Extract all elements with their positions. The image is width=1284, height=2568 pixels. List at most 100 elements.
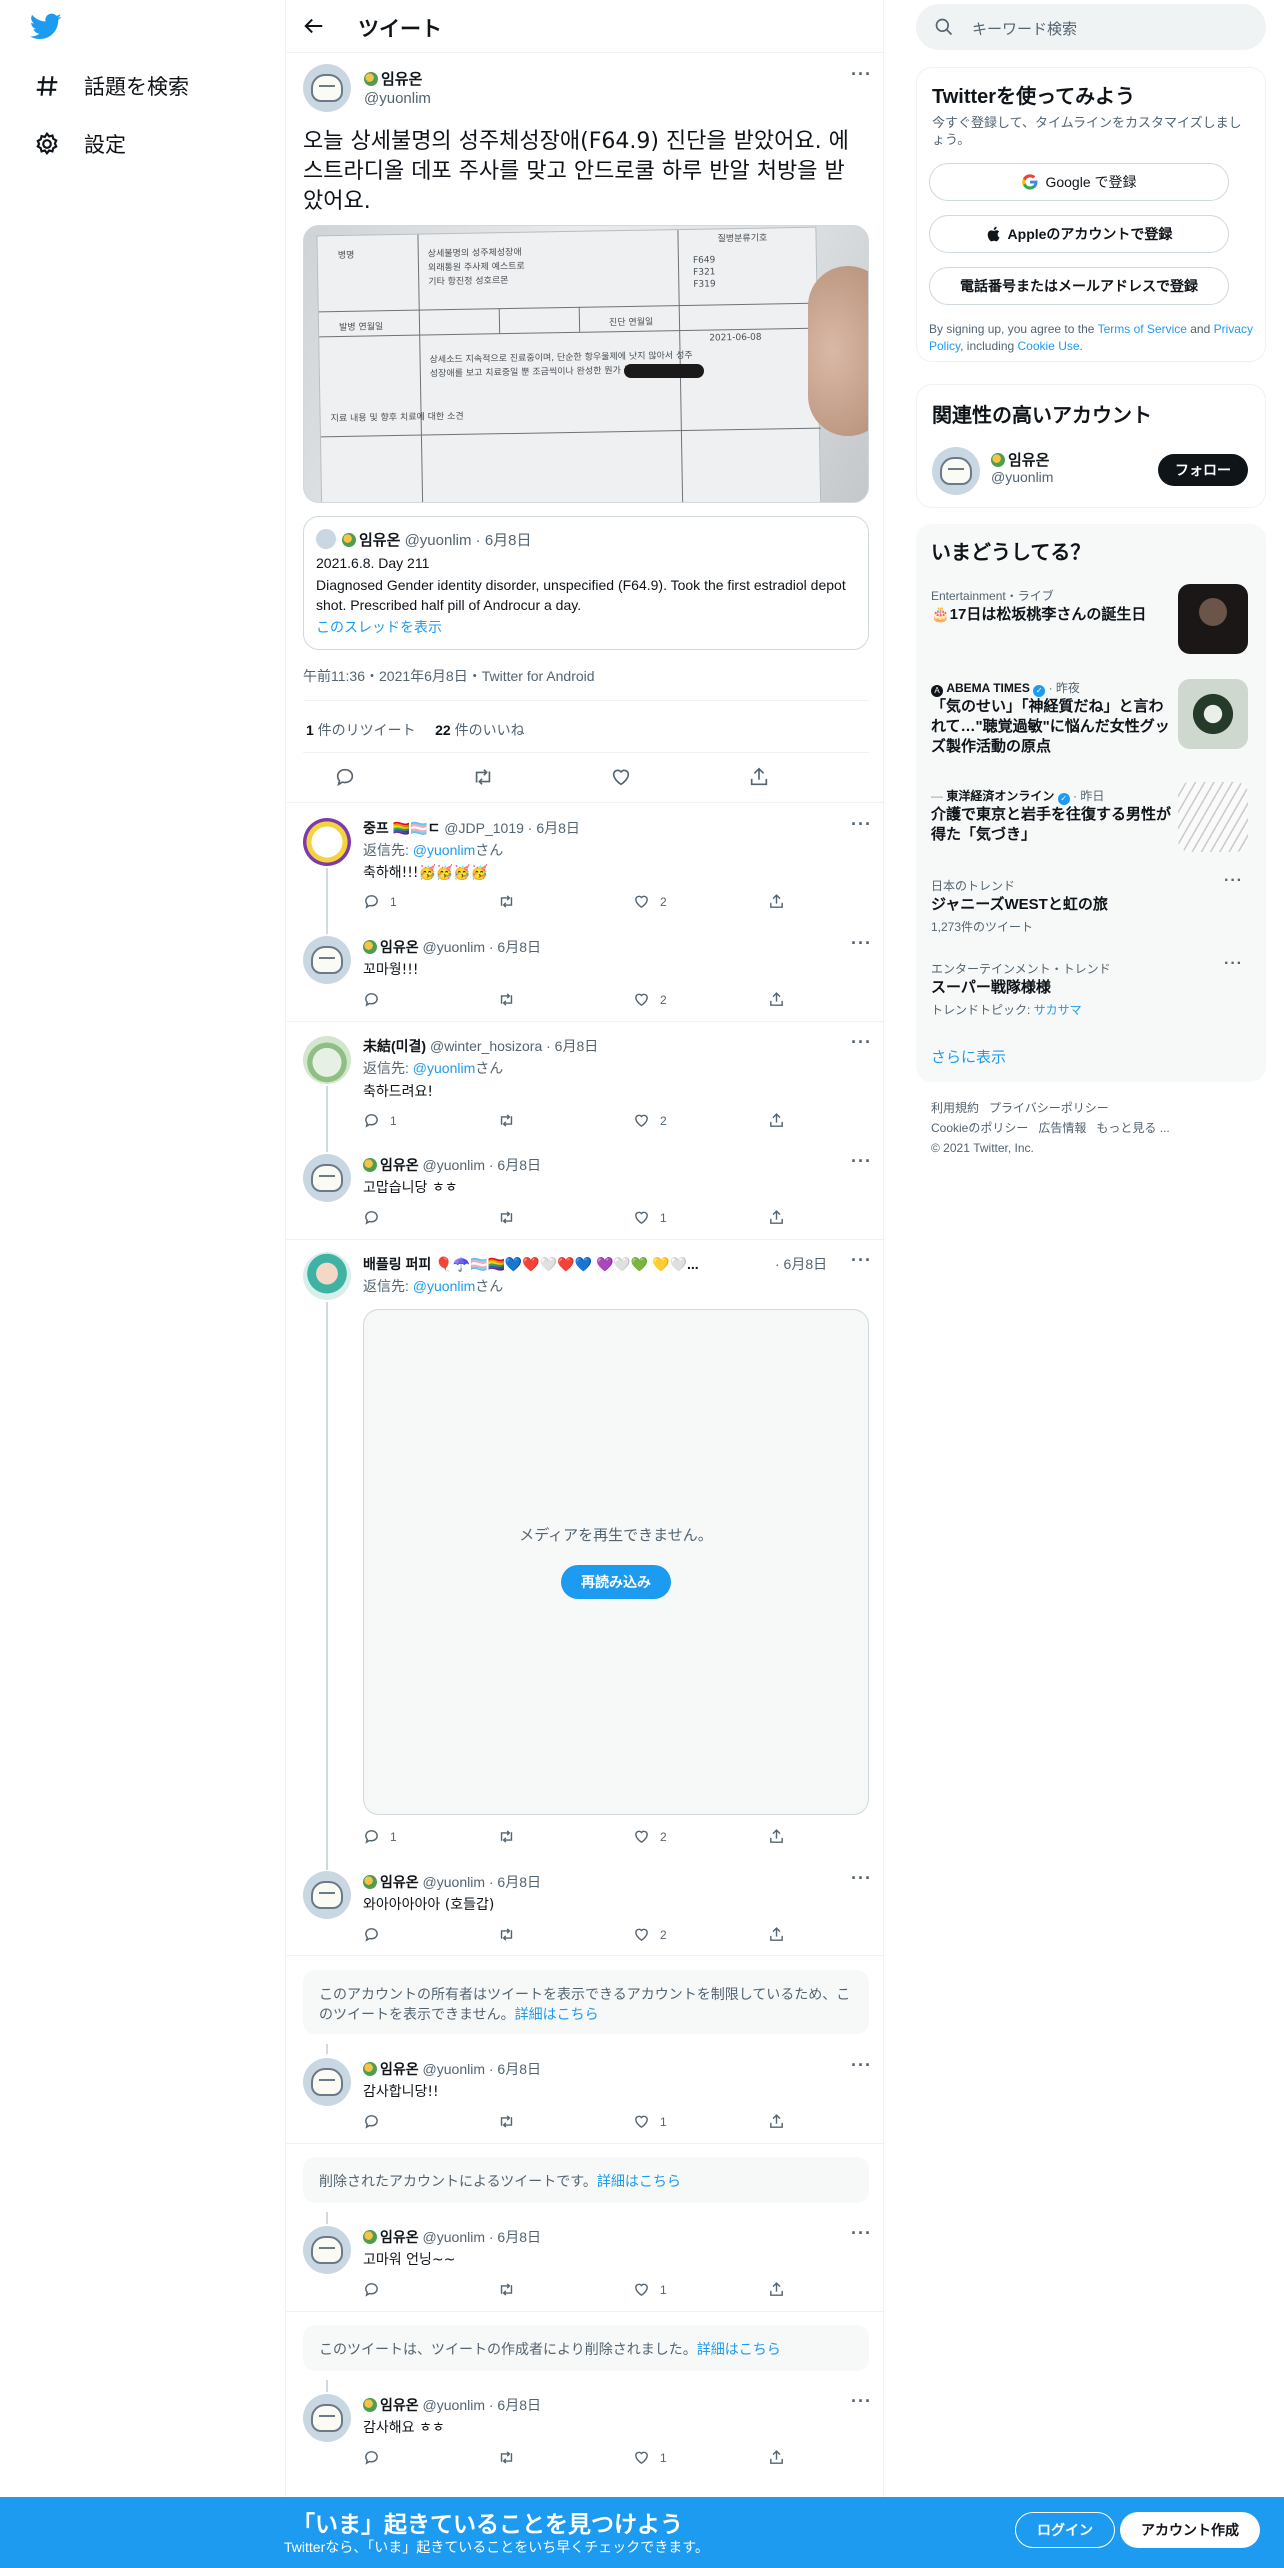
avatar[interactable] <box>303 64 351 112</box>
nav-settings[interactable]: 設定 <box>34 124 126 164</box>
more-options-icon[interactable]: ··· <box>851 933 872 954</box>
avatar[interactable] <box>303 936 351 984</box>
more-options-icon[interactable]: ··· <box>851 814 872 835</box>
avatar[interactable] <box>303 2058 351 2106</box>
signup-button[interactable]: アカウント作成 <box>1120 2512 1260 2548</box>
learn-more-link[interactable]: 詳細はこちら <box>597 2173 681 2189</box>
more-options-icon[interactable]: ··· <box>851 1032 872 1053</box>
follow-button[interactable]: フォロー <box>1158 454 1248 486</box>
more-options-icon[interactable]: ··· <box>851 1868 872 1889</box>
more-options-icon[interactable]: ··· <box>851 2391 872 2412</box>
avatar[interactable] <box>932 447 980 495</box>
footer-ads-link[interactable]: 広告情報 <box>1038 1121 1086 1135</box>
reply-button[interactable] <box>363 2449 390 2466</box>
tweet-timestamp[interactable]: 午前11:36・2021年6月8日・Twitter for Android <box>303 666 595 686</box>
more-options-icon[interactable]: ··· <box>1224 955 1243 973</box>
reply-author[interactable]: 임유온 @yuonlim · 6月8日 <box>363 937 541 957</box>
share-button[interactable] <box>768 991 785 1008</box>
reply-date[interactable]: · 6月8日 <box>775 1254 827 1274</box>
like-button[interactable]: 1 <box>633 1209 667 1226</box>
more-options-icon[interactable]: ··· <box>851 1250 872 1271</box>
share-icon[interactable] <box>748 766 770 788</box>
author-name[interactable]: 임유온 <box>364 68 422 89</box>
trend-topic-link[interactable]: サカサマ <box>1034 1003 1082 1017</box>
retweet-button[interactable] <box>498 1828 525 1845</box>
retweet-button[interactable] <box>498 1209 525 1226</box>
share-button[interactable] <box>768 2449 785 2466</box>
reply-button[interactable] <box>363 991 390 1008</box>
tweet-photo[interactable]: 병명 상세불명의 성주체성장애 외래통원 주사제 예스트로 기타 항진정 성호르… <box>303 225 869 503</box>
trend-item[interactable]: スーパー戦隊様様 <box>931 978 1051 998</box>
footer-terms-link[interactable]: 利用規約 <box>931 1101 979 1115</box>
show-more-link[interactable]: さらに表示 <box>931 1046 1006 1067</box>
quoted-tweet[interactable]: 임유온 @yuonlim · 6月8日 2021.6.8. Day 211 Di… <box>303 516 869 650</box>
retweet-button[interactable] <box>498 893 525 910</box>
reply-author[interactable]: 임유온 @yuonlim · 6月8日 <box>363 2059 541 2079</box>
reply-button[interactable]: 1 <box>363 1112 397 1129</box>
trend-item[interactable]: 🎂17日は松坂桃李さんの誕生日 <box>931 605 1171 625</box>
search-input[interactable]: キーワード検索 <box>916 4 1266 50</box>
avatar[interactable] <box>303 1252 351 1300</box>
reply-to-link[interactable]: @yuonlim <box>413 1278 475 1294</box>
reply-icon[interactable] <box>334 766 356 788</box>
author-handle[interactable]: @yuonlim <box>364 90 431 107</box>
more-options-icon[interactable]: ··· <box>851 2223 872 2244</box>
more-options-icon[interactable]: ··· <box>851 1151 872 1172</box>
like-button[interactable]: 1 <box>633 2113 667 2130</box>
twitter-logo-icon[interactable] <box>30 13 62 41</box>
footer-privacy-link[interactable]: プライバシーポリシー <box>989 1101 1109 1115</box>
back-arrow-icon[interactable] <box>303 15 325 37</box>
trend-item[interactable]: ジャニーズWESTと虹の旅 <box>931 895 1108 915</box>
reply-author[interactable]: 배플링 퍼피 🎈☂️🏳️‍⚧️🏳️‍🌈💙❤️🤍❤️💙 💜🤍💚 💛🤍... <box>363 1254 793 1274</box>
share-button[interactable] <box>768 1828 785 1845</box>
reply-button[interactable] <box>363 2113 390 2130</box>
avatar[interactable] <box>303 2226 351 2274</box>
reply-button[interactable]: 1 <box>363 1828 397 1845</box>
reply-author[interactable]: 임유온 @yuonlim · 6月8日 <box>363 2395 541 2415</box>
avatar[interactable] <box>303 2394 351 2442</box>
share-button[interactable] <box>768 1112 785 1129</box>
google-signup-button[interactable]: Google で登録 <box>929 163 1229 201</box>
like-button[interactable]: 2 <box>633 1112 667 1129</box>
related-account-name[interactable]: 임유온 <box>991 449 1049 470</box>
reply-button[interactable] <box>363 1926 390 1943</box>
retweets-stat[interactable]: 1 件のリツイート <box>306 722 416 738</box>
like-icon[interactable] <box>610 766 632 788</box>
cookie-link[interactable]: Cookie Use <box>1018 339 1080 353</box>
avatar[interactable] <box>303 1154 351 1202</box>
terms-link[interactable]: Terms of Service <box>1098 322 1187 336</box>
retweet-button[interactable] <box>498 2113 525 2130</box>
footer-cookie-link[interactable]: Cookieのポリシー <box>931 1121 1028 1135</box>
retweet-button[interactable] <box>498 1112 525 1129</box>
share-button[interactable] <box>768 1209 785 1226</box>
share-button[interactable] <box>768 2281 785 2298</box>
likes-stat[interactable]: 22 件のいいね <box>435 722 524 738</box>
reply-to-link[interactable]: @yuonlim <box>413 842 475 858</box>
avatar[interactable] <box>303 1036 351 1084</box>
retweet-button[interactable] <box>498 2281 525 2298</box>
reply-author[interactable]: 중프 🏳️‍🌈🏳️‍⚧️ㄷ @JDP_1019 · 6月8日 <box>363 818 580 838</box>
like-button[interactable]: 2 <box>633 1828 667 1845</box>
reply-author[interactable]: 임유온 @yuonlim · 6月8日 <box>363 1155 541 1175</box>
retweet-icon[interactable] <box>472 766 494 788</box>
reply-author[interactable]: 未結(미결) @winter_hosizora · 6月8日 <box>363 1036 598 1056</box>
more-options-icon[interactable]: ··· <box>851 2055 872 2076</box>
like-button[interactable]: 1 <box>633 2281 667 2298</box>
more-options-icon[interactable]: ··· <box>1224 872 1243 890</box>
reply-author[interactable]: 임유온 @yuonlim · 6月8日 <box>363 2227 541 2247</box>
reply-button[interactable] <box>363 1209 390 1226</box>
retweet-button[interactable] <box>498 1926 525 1943</box>
show-thread-link[interactable]: このスレッドを表示 <box>316 617 442 637</box>
phone-email-signup-button[interactable]: 電話番号またはメールアドレスで登録 <box>929 267 1229 305</box>
reply-button[interactable]: 1 <box>363 893 397 910</box>
learn-more-link[interactable]: 詳細はこちら <box>697 2341 781 2357</box>
share-button[interactable] <box>768 1926 785 1943</box>
apple-signup-button[interactable]: Appleのアカウントで登録 <box>929 215 1229 253</box>
retweet-button[interactable] <box>498 991 525 1008</box>
like-button[interactable]: 2 <box>633 893 667 910</box>
like-button[interactable]: 1 <box>633 2449 667 2466</box>
like-button[interactable]: 2 <box>633 1926 667 1943</box>
login-button[interactable]: ログイン <box>1015 2512 1115 2548</box>
share-button[interactable] <box>768 2113 785 2130</box>
nav-explore[interactable]: 話題を検索 <box>34 66 189 106</box>
